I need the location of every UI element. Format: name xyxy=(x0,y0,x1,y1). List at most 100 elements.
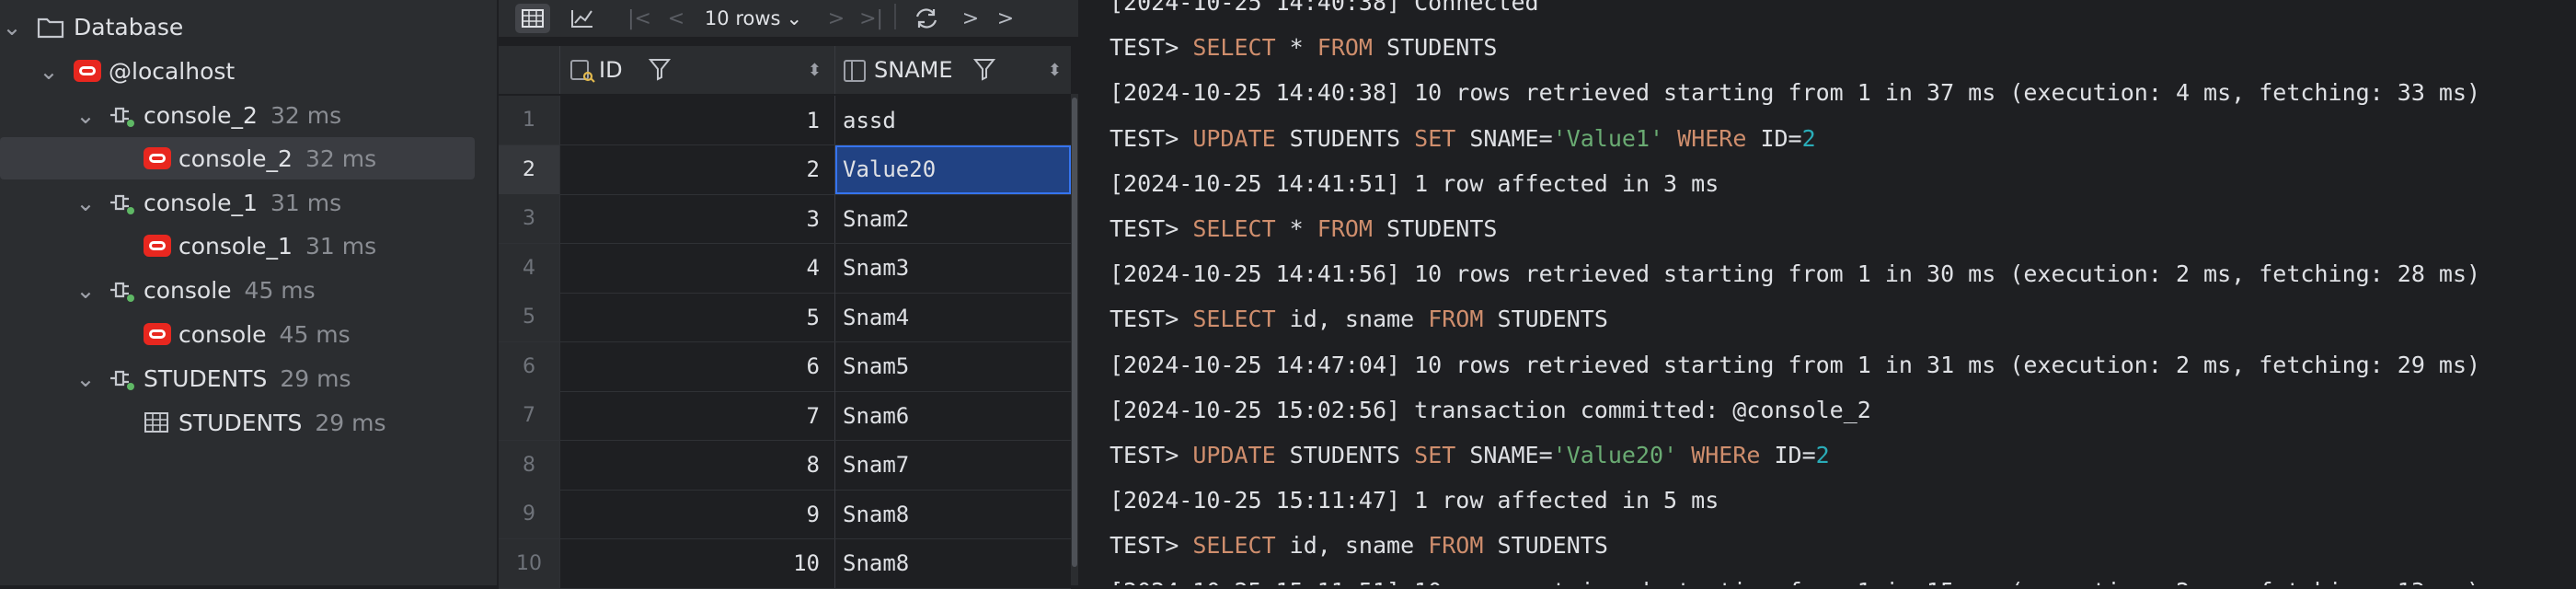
tree-node-localhost[interactable]: ⌄ @localhost xyxy=(0,50,497,92)
table-view-icon[interactable] xyxy=(515,4,550,33)
sql-string: 'Value20' xyxy=(1552,442,1678,468)
cell-id[interactable]: 3 xyxy=(559,194,835,243)
sql-keyword: UPDATE xyxy=(1192,442,1276,468)
tree-node-console[interactable]: console_1 31 ms xyxy=(0,225,497,267)
more-arrow-icon[interactable]: > xyxy=(994,4,1018,33)
row-number[interactable]: 10 xyxy=(499,538,559,588)
table-row[interactable]: 10 10 Snam8 xyxy=(499,538,1071,589)
cell-id[interactable]: 4 xyxy=(559,243,835,293)
chevron-down-icon[interactable]: ⌄ xyxy=(74,102,98,129)
tree-node-console[interactable]: console_2 32 ms xyxy=(0,137,475,179)
chevron-down-icon[interactable]: ⌄ xyxy=(74,365,98,392)
row-number[interactable]: 2 xyxy=(499,144,559,194)
first-page-icon[interactable]: |< xyxy=(626,4,653,33)
tree-node-session[interactable]: ⌄ console_2 32 ms xyxy=(0,94,497,136)
cell-sname[interactable]: Snam8 xyxy=(835,539,1071,588)
console-log-line: [2024-10-25 14:40:38] Connected xyxy=(1110,0,1539,16)
chevron-down-icon[interactable]: ⌄ xyxy=(74,277,98,304)
tree-node-table[interactable]: STUDENTS 29 ms xyxy=(0,401,497,444)
oracle-icon xyxy=(144,147,171,169)
cell-id[interactable]: 5 xyxy=(559,293,835,341)
chart-view-icon[interactable] xyxy=(565,4,600,33)
cell-id[interactable]: 1 xyxy=(559,96,835,144)
sql-number: 2 xyxy=(1815,442,1830,468)
tree-label-database: Database xyxy=(74,13,184,40)
cell-id[interactable]: 2 xyxy=(559,144,835,194)
tree-node-session[interactable]: ⌄ STUDENTS 29 ms xyxy=(0,357,497,399)
console-log-line: [2024-10-25 15:11:51] 10 rows retrieved … xyxy=(1110,578,2480,585)
tree-time: 45 ms xyxy=(279,320,351,348)
vertical-scrollbar[interactable] xyxy=(1071,94,1078,585)
column-header-sname[interactable]: SNAME ⬍ xyxy=(835,46,1071,94)
refresh-icon[interactable] xyxy=(909,4,944,33)
table-row[interactable]: 2 2 Value20 xyxy=(499,144,1071,195)
table-row[interactable]: 9 9 Snam8 xyxy=(499,490,1071,539)
filter-icon[interactable] xyxy=(648,57,672,87)
row-number[interactable]: 9 xyxy=(499,490,559,538)
sql-text: TEST> xyxy=(1110,124,1193,152)
console-log-line: [2024-10-25 15:02:56] transaction commit… xyxy=(1110,396,1871,423)
row-number[interactable]: 7 xyxy=(499,391,559,440)
cell-sname[interactable]: Snam6 xyxy=(835,391,1071,440)
table-row[interactable]: 6 6 Snam5 xyxy=(499,341,1071,392)
tree-node-console[interactable]: console 45 ms xyxy=(0,313,497,355)
sql-text: TEST> xyxy=(1110,442,1193,468)
sql-keyword: FROM xyxy=(1317,34,1373,62)
chevron-down-icon[interactable]: ⌄ xyxy=(0,14,24,40)
oracle-icon xyxy=(144,235,171,257)
cell-sname[interactable]: assd xyxy=(835,96,1071,144)
row-number[interactable]: 8 xyxy=(499,440,559,490)
row-number[interactable]: 5 xyxy=(499,293,559,341)
filter-icon[interactable] xyxy=(972,57,996,87)
sql-text: * xyxy=(1275,215,1317,242)
cell-id[interactable]: 9 xyxy=(559,490,835,538)
column-header-label: SNAME xyxy=(874,57,953,83)
sql-text: STUDENTS xyxy=(1275,124,1415,152)
chevron-down-icon[interactable]: ⌄ xyxy=(74,190,98,216)
tree-node-database[interactable]: ⌄ Database xyxy=(0,6,497,48)
tree-label-session: console xyxy=(144,276,232,304)
table-row[interactable]: 5 5 Snam4 xyxy=(499,293,1071,342)
cell-id[interactable]: 8 xyxy=(559,440,835,490)
cell-sname[interactable]: Snam5 xyxy=(835,342,1071,391)
console-output[interactable]: [2024-10-25 14:40:38] Connected TEST> SEL… xyxy=(1087,0,2576,585)
row-number[interactable]: 1 xyxy=(499,96,559,144)
table-row[interactable]: 8 8 Snam7 xyxy=(499,440,1071,491)
sql-text: SNAME= xyxy=(1455,442,1553,468)
table-row[interactable]: 7 7 Snam6 xyxy=(499,391,1071,441)
row-number[interactable]: 3 xyxy=(499,194,559,243)
cancel-arrow-icon[interactable]: > xyxy=(959,4,983,33)
cell-id[interactable]: 6 xyxy=(559,341,835,391)
sql-keyword: SET xyxy=(1414,442,1456,468)
session-plug-icon xyxy=(107,366,136,390)
tree-label-session: console_2 xyxy=(144,101,258,129)
next-page-icon[interactable]: > xyxy=(822,4,850,33)
chevron-down-icon[interactable]: ⌄ xyxy=(37,58,61,85)
tree-node-session[interactable]: ⌄ console 45 ms xyxy=(0,269,497,311)
console-sql-line: TEST> SELECT * FROM STUDENTS xyxy=(1110,215,1497,243)
cell-sname[interactable]: Snam4 xyxy=(835,293,1071,341)
rows-selector[interactable]: 10 rows ⌄ xyxy=(703,4,804,33)
tree-node-session[interactable]: ⌄ console_1 31 ms xyxy=(0,181,497,224)
sort-icon[interactable]: ⬍ xyxy=(808,61,822,80)
table-row[interactable]: 3 3 Snam2 xyxy=(499,194,1071,244)
cell-sname[interactable]: Snam2 xyxy=(835,194,1071,243)
scrollbar-thumb[interactable] xyxy=(1072,98,1077,567)
row-number[interactable]: 6 xyxy=(499,341,559,391)
cell-id[interactable]: 7 xyxy=(559,391,835,440)
sort-icon[interactable]: ⬍ xyxy=(1048,61,1062,80)
row-number[interactable]: 4 xyxy=(499,243,559,293)
last-page-icon[interactable]: >| xyxy=(857,4,885,33)
cell-id[interactable]: 10 xyxy=(559,538,835,588)
cell-sname[interactable]: Value20 xyxy=(835,144,1071,194)
previous-page-icon[interactable]: < xyxy=(662,4,690,33)
column-header-id[interactable]: ID ⬍ xyxy=(559,46,835,94)
table-row[interactable]: 1 1 assd xyxy=(499,96,1071,145)
cell-sname[interactable]: Snam7 xyxy=(835,441,1071,490)
cell-sname[interactable]: Snam8 xyxy=(835,490,1071,538)
cell-sname[interactable]: Snam3 xyxy=(835,244,1071,293)
table-row[interactable]: 4 4 Snam3 xyxy=(499,243,1071,294)
console-log-line: [2024-10-25 14:47:04] 10 rows retrieved … xyxy=(1110,351,2481,378)
sql-text: STUDENTS xyxy=(1373,34,1498,62)
